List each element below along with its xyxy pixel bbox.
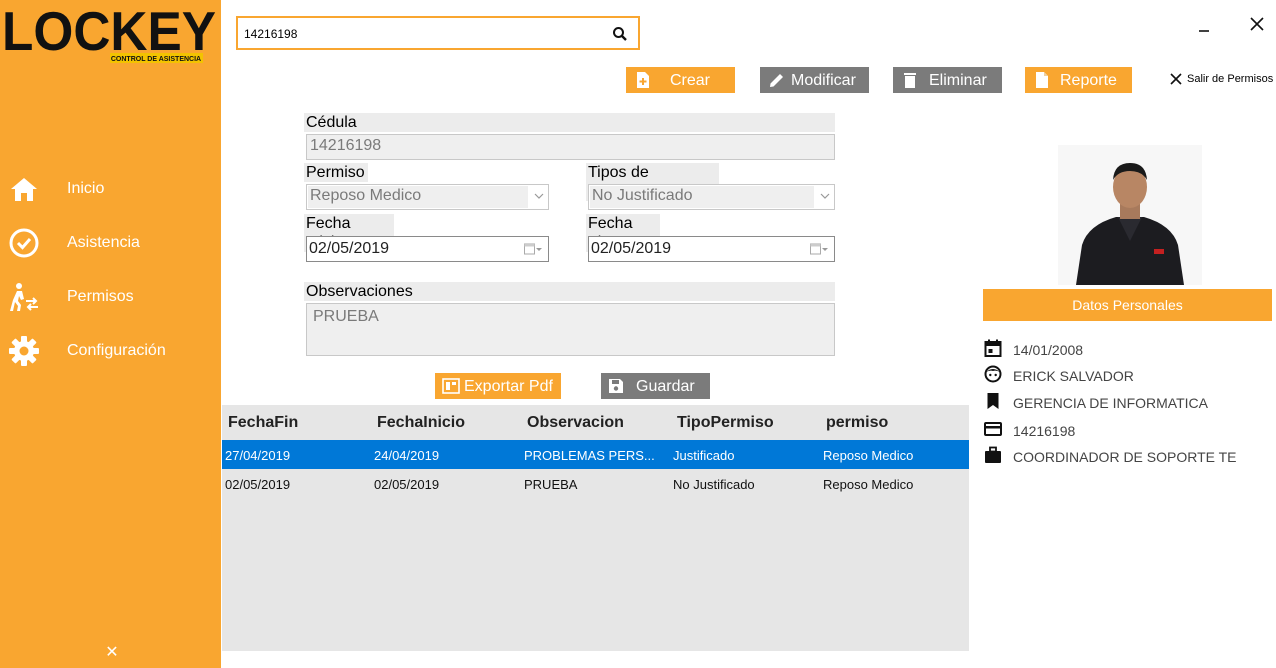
guardar-button[interactable]: Guardar (601, 373, 710, 399)
permiso-select[interactable]: Reposo Medico (306, 184, 549, 210)
search-box (236, 16, 640, 50)
column-header[interactable]: permiso (826, 414, 888, 432)
info-departamento: GERENCIA DE INFORMATICA (984, 392, 1272, 412)
permiso-value: Reposo Medico (310, 187, 422, 204)
exportar-label: Exportar Pdf (464, 378, 553, 395)
fecha-inicio-value: 02/05/2019 (309, 240, 390, 257)
column-header[interactable]: TipoPermiso (677, 414, 774, 432)
calendar-dropdown-icon[interactable] (810, 243, 828, 255)
table-row-selected[interactable]: 27/04/2019 24/04/2019 PROBLEMAS PERS... … (222, 440, 969, 469)
guardar-label: Guardar (636, 378, 695, 395)
calendar-icon (984, 339, 1002, 357)
home-icon (11, 178, 37, 201)
minimize-icon[interactable] (1196, 22, 1212, 38)
fecha-fin-value: 02/05/2019 (591, 240, 672, 257)
info-nombre-value: ERICK SALVADOR (1013, 368, 1134, 384)
salir-label: Salir de Permisos (1187, 73, 1274, 85)
permiso-label: Permiso (304, 163, 368, 182)
document-icon (1036, 72, 1048, 88)
svg-text:CONTROL DE ASISTENCIA: CONTROL DE ASISTENCIA (111, 56, 201, 63)
info-departamento-value: GERENCIA DE INFORMATICA (1013, 395, 1208, 411)
close-icon[interactable] (1248, 15, 1266, 33)
pdf-icon (442, 378, 460, 394)
trash-icon (904, 73, 916, 88)
close-icon[interactable]: ✕ (104, 645, 120, 661)
table-cell: Justificado (673, 448, 735, 463)
sidebar-item-inicio[interactable]: Inicio (0, 169, 221, 209)
walking-person-icon (10, 283, 38, 311)
table-cell: Reposo Medico (823, 477, 914, 492)
sidebar-item-label: Configuración (67, 342, 166, 359)
modificar-label: Modificar (791, 72, 856, 89)
sidebar-item-label: Asistencia (67, 234, 140, 251)
permisos-window: LOCKEY CONTROL DE ASISTENCIA Inicio Asis… (0, 0, 1276, 668)
table-cell: No Justificado (673, 477, 755, 492)
fecha-fin-picker[interactable]: 02/05/2019 (588, 236, 835, 262)
info-cargo-value: COORDINADOR DE SOPORTE TE (1013, 449, 1237, 465)
search-input[interactable] (244, 25, 604, 43)
reporte-label: Reporte (1060, 72, 1117, 89)
info-cedula: 14216198 (984, 420, 1272, 440)
tipos-permisos-value: No Justificado (592, 187, 693, 204)
table-cell: PROBLEMAS PERS... (524, 448, 655, 463)
column-header[interactable]: Observacion (527, 414, 624, 432)
table-row[interactable]: 02/05/2019 02/05/2019 PRUEBA No Justific… (222, 469, 969, 498)
check-circle-icon (9, 228, 39, 258)
sidebar: LOCKEY CONTROL DE ASISTENCIA Inicio Asis… (0, 0, 221, 668)
modificar-button[interactable]: Modificar (760, 67, 869, 93)
exportar-pdf-button[interactable]: Exportar Pdf (435, 373, 561, 399)
crear-label: Crear (670, 72, 711, 89)
info-cargo: COORDINADOR DE SOPORTE TE (984, 446, 1272, 466)
cedula-label: Cédula (304, 113, 835, 132)
table-cell: Reposo Medico (823, 448, 914, 463)
face-icon (984, 365, 1002, 383)
sidebar-item-label: Inicio (67, 180, 105, 197)
cedula-value: 14216198 (310, 137, 382, 154)
reporte-button[interactable]: Reporte (1025, 67, 1132, 93)
sidebar-item-label: Permisos (67, 288, 134, 305)
observaciones-label: Observaciones (304, 282, 835, 301)
briefcase-icon (985, 446, 1001, 463)
info-cedula-value: 14216198 (1013, 423, 1076, 439)
pencil-icon (770, 74, 783, 87)
lockey-logo: LOCKEY CONTROL DE ASISTENCIA (2, 2, 216, 63)
table-cell: 02/05/2019 (374, 477, 440, 492)
bookmark-icon (987, 393, 999, 409)
sidebar-item-permisos[interactable]: Permisos (0, 277, 221, 317)
chevron-down-icon (820, 193, 830, 199)
eliminar-button[interactable]: Eliminar (893, 67, 1002, 93)
gear-icon (9, 336, 39, 366)
permisos-table: FechaFin FechaInicio Observacion TipoPer… (222, 405, 969, 651)
table-cell: 27/04/2019 (225, 448, 291, 463)
table-cell: 24/04/2019 (374, 448, 440, 463)
fecha-inicio-picker[interactable]: 02/05/2019 (306, 236, 549, 262)
search-icon[interactable] (612, 26, 628, 42)
employee-photo (1058, 145, 1202, 285)
info-fecha: 14/01/2008 (984, 339, 1272, 359)
info-nombre: ERICK SALVADOR (984, 365, 1272, 385)
column-header[interactable]: FechaInicio (377, 414, 465, 432)
new-file-icon (637, 72, 649, 88)
chevron-down-icon (534, 193, 544, 199)
sidebar-item-asistencia[interactable]: Asistencia (0, 223, 221, 263)
table-cell: PRUEBA (524, 477, 578, 492)
datos-personales-header: Datos Personales (983, 289, 1272, 321)
table-cell: 02/05/2019 (225, 477, 291, 492)
info-fecha-value: 14/01/2008 (1013, 342, 1084, 358)
calendar-dropdown-icon[interactable] (524, 243, 542, 255)
sidebar-item-configuracion[interactable]: Configuración (0, 331, 221, 371)
observaciones-textarea[interactable]: PRUEBA (306, 303, 835, 356)
column-header[interactable]: FechaFin (228, 414, 298, 432)
eliminar-label: Eliminar (929, 72, 987, 89)
crear-button[interactable]: Crear (626, 67, 735, 93)
save-icon (609, 379, 623, 393)
cedula-field[interactable]: 14216198 (306, 134, 835, 160)
observaciones-value: PRUEBA (313, 308, 379, 325)
close-icon (1170, 73, 1182, 85)
tipos-permisos-select[interactable]: No Justificado (588, 184, 835, 210)
credit-card-icon (984, 422, 1002, 436)
